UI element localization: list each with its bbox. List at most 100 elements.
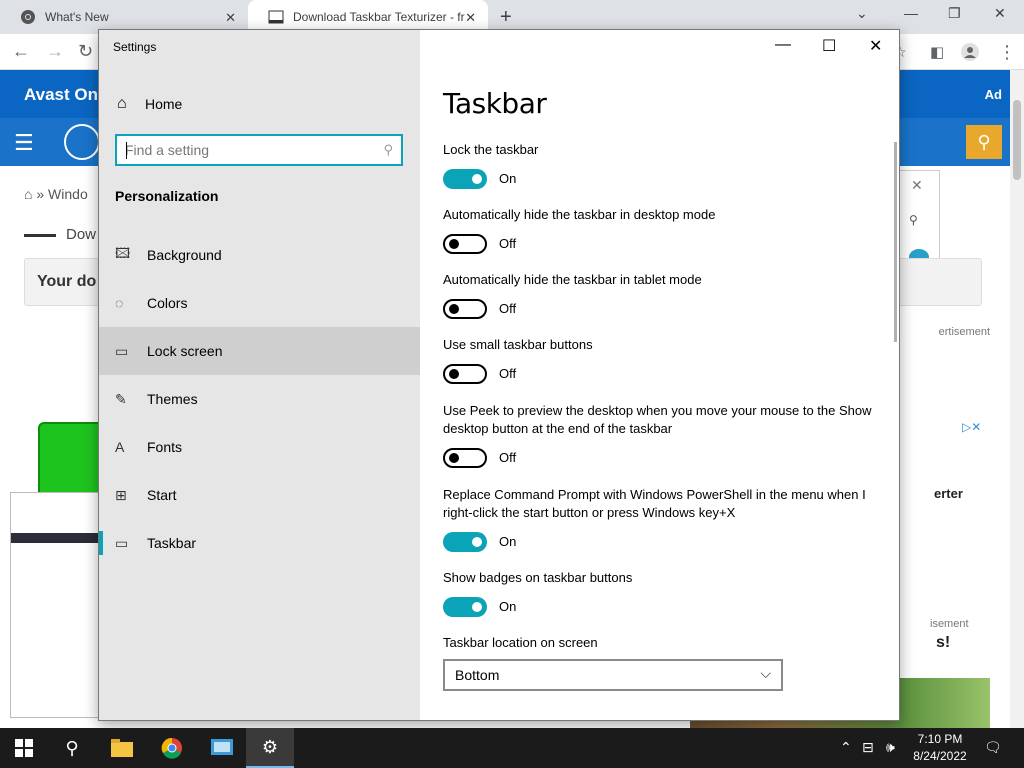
advertisement-label: isement [930,618,969,630]
toggle-state: Off [499,301,517,316]
taskbar-icon: ▭ [115,534,129,551]
breadcrumb-item[interactable]: Windo [48,186,88,202]
content-scrollbar[interactable] [894,142,897,342]
nav-item-label: Colors [147,295,188,311]
search-icon: ⚲ [383,142,393,157]
location-label: Taskbar location on screen [443,635,598,650]
find-setting-input[interactable]: Find a setting ⚲ [115,134,403,166]
nav-item-taskbar[interactable]: ▭ Taskbar [99,519,420,567]
nav-item-label: Taskbar [147,535,197,551]
toggle-state: Off [499,366,517,381]
nav-item-fonts[interactable]: A Fonts [99,423,420,471]
windows-logo-icon [15,739,33,757]
close-tab-icon[interactable]: ✕ [225,10,236,26]
new-tab-icon[interactable]: + [500,6,512,29]
autohide-tablet-toggle[interactable] [443,299,487,319]
tab-search-icon[interactable]: ⌄ [856,5,868,22]
home-nav-item[interactable]: ⌂ Home [99,90,420,118]
browser-tab-title: Download Taskbar Texturizer - fr [293,10,465,24]
settings-window: Settings ⌂ Home Find a setting ⚲ Persona… [98,29,900,721]
ad-text: erter [934,486,963,501]
close-icon[interactable]: ✕ [869,36,882,56]
minimize-icon[interactable]: — [775,36,791,54]
screenshot-thumbnail[interactable] [10,492,103,718]
file-explorer-icon[interactable] [98,728,146,768]
toggle-state: On [499,599,517,614]
nav-item-label: Background [147,247,222,263]
download-notice-text: Your do [37,273,97,290]
small-buttons-toggle[interactable] [443,364,487,384]
notification-icon[interactable]: 🗨 [984,739,1002,756]
restore-icon[interactable]: ❐ [948,5,961,22]
fonts-icon: A [115,439,125,455]
search-icon[interactable]: ⚲ [48,728,96,768]
chevron-down-icon: ⌵ [760,665,771,681]
select-value: Bottom [455,667,500,683]
breadcrumb: ⌂ » Windo [24,186,88,202]
toggle-state: On [499,534,517,549]
network-icon[interactable]: ⊟ [862,739,874,756]
settings-gear-icon[interactable]: ⚙ [246,728,294,768]
home-icon[interactable]: ⌂ [24,186,32,202]
search-placeholder: Find a setting [125,142,210,158]
clock-date: 8/24/2022 [913,749,967,763]
menu-dots-icon[interactable]: ⋮ [998,42,1016,63]
lock-taskbar-toggle[interactable] [443,169,487,189]
autohide-desktop-toggle[interactable] [443,234,487,254]
volume-icon[interactable]: 🕪 [886,739,895,756]
badges-toggle[interactable] [443,597,487,617]
powershell-toggle[interactable] [443,532,487,552]
site-logo[interactable] [64,124,100,160]
close-window-icon[interactable]: ✕ [994,5,1006,22]
settings-content: — ☐ ✕ Taskbar Lock the taskbar On Automa… [420,30,899,720]
taskbar-location-select[interactable]: Bottom ⌵ [443,659,783,691]
home-icon: ⌂ [117,95,127,112]
option-label: Use small taskbar buttons [443,337,593,352]
clock[interactable]: 7:10 PM 8/24/2022 [900,731,980,765]
nav-item-label: Lock screen [147,343,223,359]
search-icon[interactable]: ⚲ [909,213,918,227]
peek-toggle[interactable] [443,448,487,468]
nav-item-lock-screen[interactable]: ▭ Lock screen [99,327,420,375]
option-label: Lock the taskbar [443,142,539,157]
forward-icon[interactable]: → [46,41,64,62]
page-scrollbar[interactable] [1010,70,1024,728]
settings-sidebar: Settings ⌂ Home Find a setting ⚲ Persona… [99,30,420,720]
floating-widget: ✕ ⚲ [898,170,940,270]
toggle-state: On [499,171,517,186]
maximize-icon[interactable]: ☐ [822,36,836,56]
reload-icon[interactable]: ↻ [78,41,93,62]
page-favicon-icon [268,9,284,25]
toggle-state: Off [499,236,517,251]
toggle-state: Off [499,450,517,465]
close-tab-icon[interactable]: ✕ [465,10,476,26]
ad-label: Ad [984,87,1002,102]
avast-brand: Avast One [24,85,108,104]
control-panel-icon[interactable] [198,728,246,768]
back-icon[interactable]: ← [12,41,30,62]
option-label: Show badges on taskbar buttons [443,570,633,585]
nav-item-start[interactable]: ⊞ Start [99,471,420,519]
clock-time: 7:10 PM [917,732,963,746]
start-button[interactable] [0,728,48,768]
nav-item-label: Themes [147,391,198,407]
nav-item-colors[interactable]: ◌ Colors [99,279,420,327]
profile-avatar-icon[interactable] [960,42,980,67]
hamburger-menu-icon[interactable]: ☰ [14,130,34,156]
site-search-icon[interactable]: ⚲ [966,125,1002,159]
nav-item-background[interactable]: 🖾 Background [99,231,420,279]
window-title: Settings [113,40,157,54]
nav-item-themes[interactable]: ✎ Themes [99,375,420,423]
brush-icon: ✎ [115,390,127,407]
side-panel-icon[interactable]: ◧ [930,43,944,61]
chrome-icon[interactable] [148,728,196,768]
advertisement-label: ertisement [938,326,990,338]
minimize-icon[interactable]: — [904,5,918,21]
close-icon[interactable]: ✕ [911,177,923,194]
ad-choices-icon[interactable]: ▷✕ [962,420,981,434]
nav-item-label: Fonts [147,439,183,455]
chevron-up-icon[interactable]: ⌃ [840,739,852,756]
ad-text: s! [936,634,951,651]
lock-screen-icon: ▭ [115,342,129,359]
page-title: Taskbar [443,87,547,120]
